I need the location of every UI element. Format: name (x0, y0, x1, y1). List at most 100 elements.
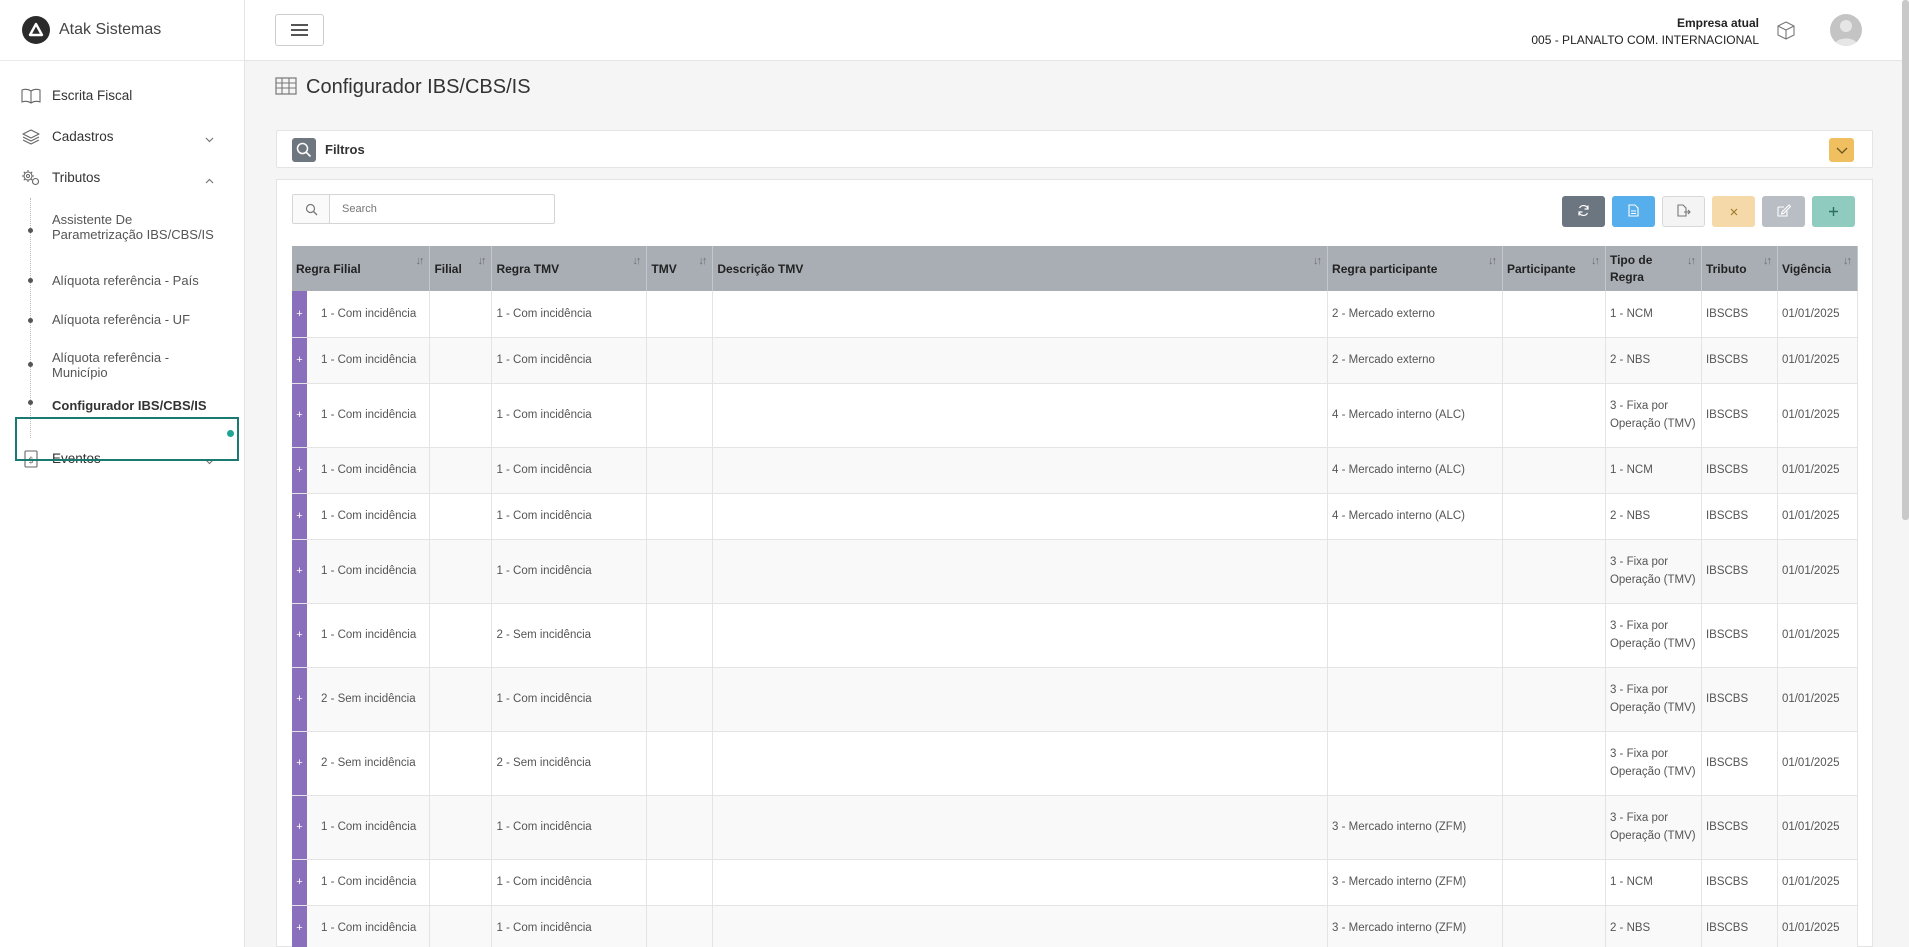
table-row[interactable]: +1 - Com incidência 1 - Com incidência 4 -… (292, 493, 1859, 540)
expand-row-button[interactable]: + (292, 667, 307, 732)
current-company: Empresa atual 005 - PLANALTO COM. INTERN… (1531, 15, 1759, 49)
expand-row-button[interactable]: + (292, 291, 307, 338)
table-row[interactable]: +1 - Com incidência 1 - Com incidência 4 -… (292, 447, 1859, 494)
table-cell (1502, 337, 1606, 384)
table-panel: Regra Filial↓↑ Filial↓↑ Regra TMV↓↑ TMV↓… (276, 179, 1873, 947)
table-cell: 1 - Com incidência (491, 447, 648, 494)
col-regra-tmv[interactable]: Regra TMV ↓↑ (491, 246, 648, 291)
table-cell (1502, 539, 1606, 604)
table-cell: 1 - Com incidência (306, 905, 431, 947)
sort-icon: ↓↑ (698, 255, 707, 267)
filters-label: Filtros (325, 142, 365, 157)
table-icon (275, 77, 297, 98)
company-value: 005 - PLANALTO COM. INTERNACIONAL (1531, 33, 1759, 47)
table-row[interactable]: +2 - Sem incidência 2 - Sem incidência 3 -… (292, 731, 1859, 796)
table-cell (1502, 667, 1606, 732)
clear-button[interactable] (1712, 196, 1755, 227)
page-scrollbar[interactable] (1902, 0, 1909, 520)
table-cell (646, 493, 714, 540)
table-cell: 3 - Fixa por Operação (TMV) (1605, 383, 1702, 448)
table-cell (429, 337, 493, 384)
col-descricao-tmv[interactable]: Descrição TMV ↓↑ (712, 246, 1329, 291)
gears-icon (21, 168, 41, 188)
table-cell: 1 - Com incidência (306, 291, 431, 338)
table-cell (646, 795, 714, 860)
expand-row-button[interactable]: + (292, 447, 307, 494)
expand-row-button[interactable]: + (292, 795, 307, 860)
table-cell: IBSCBS (1701, 383, 1778, 448)
table-row[interactable]: +1 - Com incidência 1 - Com incidência 3 -… (292, 539, 1859, 604)
add-button[interactable] (1812, 196, 1855, 227)
refresh-button[interactable] (1562, 196, 1605, 227)
sidebar-subitem-aliquota-municipio[interactable]: Alíquota referência - Município (0, 342, 244, 390)
table-cell (646, 667, 714, 732)
table-cell (1502, 447, 1606, 494)
sidebar-subitem-assistente[interactable]: Assistente De Parametrização IBS/CBS/IS (0, 206, 244, 264)
user-avatar[interactable] (1830, 14, 1862, 46)
table-body: +1 - Com incidência 1 - Com incidência 2 -… (292, 291, 1859, 947)
table-cell: 01/01/2025 (1777, 667, 1859, 732)
expand-row-button[interactable]: + (292, 603, 307, 668)
expand-row-button[interactable]: + (292, 337, 307, 384)
col-filial[interactable]: Filial ↓↑ (429, 246, 493, 291)
sidebar-item-escrita-fiscal[interactable]: Escrita Fiscal (0, 75, 244, 116)
search-input[interactable] (330, 195, 550, 223)
bullet-icon (28, 228, 33, 233)
table-header-row: Regra Filial ↓↑ Filial ↓↑ Regra TMV ↓↑ TMV ↓… (292, 246, 1859, 291)
table-row[interactable]: +1 - Com incidência 1 - Com incidência 3 -… (292, 795, 1859, 860)
col-regra-filial[interactable]: Regra Filial ↓↑ (292, 246, 431, 291)
table-row[interactable]: +1 - Com incidência 1 - Com incidência 4 -… (292, 383, 1859, 448)
table-cell: 01/01/2025 (1777, 383, 1859, 448)
sidebar-subitem-aliquota-uf[interactable]: Alíquota referência - UF (0, 304, 244, 342)
col-tributo[interactable]: Tributo ↓↑ (1701, 246, 1778, 291)
expand-row-button[interactable]: + (292, 731, 307, 796)
export-file-button[interactable] (1662, 196, 1705, 227)
table-cell (646, 905, 714, 947)
cube-icon[interactable] (1775, 20, 1797, 45)
table-row[interactable]: +1 - Com incidência 2 - Sem incidência 3 -… (292, 603, 1859, 668)
col-participante[interactable]: Participante ↓↑ (1502, 246, 1606, 291)
table-cell: IBSCBS (1701, 337, 1778, 384)
expand-row-button[interactable]: + (292, 539, 307, 604)
table-cell: 1 - Com incidência (306, 383, 431, 448)
menu-toggle-button[interactable] (275, 14, 324, 46)
table-cell: 1 - Com incidência (306, 539, 431, 604)
table-cell: 1 - Com incidência (306, 493, 431, 540)
edit-button[interactable] (1762, 196, 1805, 227)
table-cell: 1 - Com incidência (491, 493, 648, 540)
search-icon[interactable] (293, 195, 330, 223)
sidebar-item-tributos[interactable]: Tributos (0, 157, 244, 198)
sidebar-subitem-aliquota-pais[interactable]: Alíquota referência - País (0, 264, 244, 304)
brand[interactable]: Atak Sistemas (0, 0, 244, 61)
table-row[interactable]: +1 - Com incidência 1 - Com incidência 2 -… (292, 337, 1859, 384)
table-cell: 2 - NBS (1605, 905, 1702, 947)
col-vigencia[interactable]: Vigência ↓↑ (1777, 246, 1859, 291)
table-row[interactable]: +1 - Com incidência 1 - Com incidência 2 -… (292, 291, 1859, 338)
chevron-down-icon (1836, 143, 1848, 158)
expand-row-button[interactable]: + (292, 905, 307, 947)
col-regra-participante[interactable]: Regra participante ↓↑ (1327, 246, 1503, 291)
table-row[interactable]: +1 - Com incidência 1 - Com incidência 3 -… (292, 905, 1859, 947)
edit-icon (1776, 203, 1791, 220)
expand-row-button[interactable]: + (292, 859, 307, 906)
table-row[interactable]: +1 - Com incidência 1 - Com incidência 3 -… (292, 859, 1859, 906)
table-cell: 01/01/2025 (1777, 539, 1859, 604)
expand-row-button[interactable]: + (292, 383, 307, 448)
table-cell (429, 447, 493, 494)
filters-toggle-button[interactable] (1829, 138, 1854, 162)
table-cell (1502, 731, 1606, 796)
table-cell: IBSCBS (1701, 603, 1778, 668)
table-cell: IBSCBS (1701, 447, 1778, 494)
sidebar-item-cadastros[interactable]: Cadastros (0, 116, 244, 157)
sidebar-item-label: Cadastros (52, 129, 114, 144)
table-row[interactable]: +2 - Sem incidência 1 - Com incidência 3 -… (292, 667, 1859, 732)
table-cell: 3 - Fixa por Operação (TMV) (1605, 539, 1702, 604)
search-icon (292, 138, 316, 162)
table-cell: 4 - Mercado interno (ALC) (1327, 493, 1503, 540)
col-tmv[interactable]: TMV ↓↑ (646, 246, 714, 291)
page-title: Configurador IBS/CBS/IS (275, 76, 531, 99)
expand-row-button[interactable]: + (292, 493, 307, 540)
col-tipo-regra[interactable]: Tipo de Regra ↓↑ (1605, 246, 1702, 291)
export-button[interactable] (1612, 196, 1655, 227)
filters-panel[interactable]: Filtros (276, 130, 1873, 168)
